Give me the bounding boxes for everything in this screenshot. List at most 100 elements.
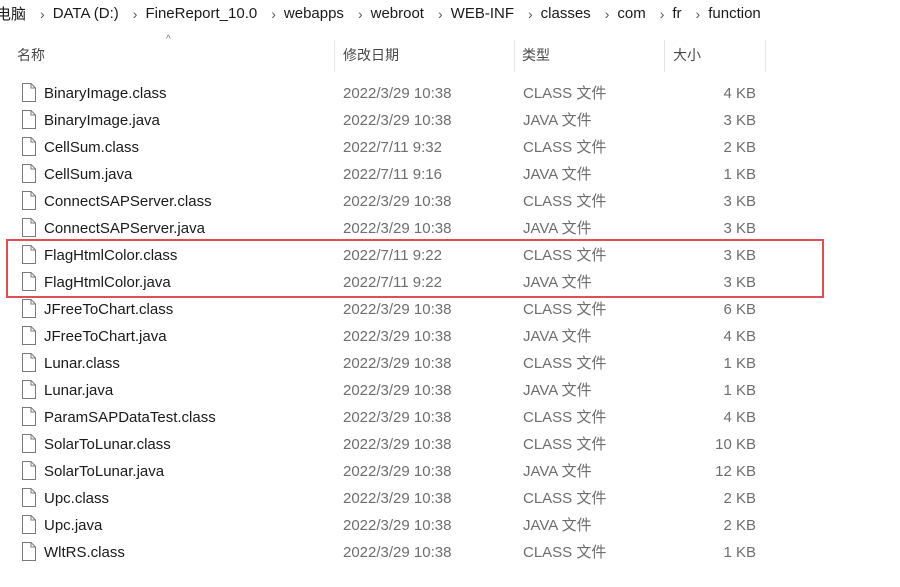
file-row[interactable]: Lunar.java 2022/3/29 10:38 JAVA 文件 1 KB bbox=[0, 377, 900, 404]
file-icon bbox=[22, 407, 36, 426]
file-name: Lunar.java bbox=[44, 382, 114, 399]
file-row[interactable]: CellSum.class 2022/7/11 9:32 CLASS 文件 2 KB bbox=[0, 134, 900, 161]
file-name: BinaryImage.class bbox=[44, 85, 167, 102]
file-date: 2022/3/29 10:38 bbox=[343, 490, 452, 507]
column-header: ^ 名称 修改日期 类型 大小 bbox=[0, 34, 900, 72]
file-name: JFreeToChart.java bbox=[44, 328, 167, 345]
file-type: JAVA 文件 bbox=[523, 463, 592, 480]
file-row[interactable]: BinaryImage.java 2022/3/29 10:38 JAVA 文件 3 … bbox=[0, 107, 900, 134]
file-icon bbox=[22, 137, 36, 156]
file-icon bbox=[22, 164, 36, 183]
file-type: JAVA 文件 bbox=[523, 220, 592, 237]
file-type: CLASS 文件 bbox=[523, 355, 607, 372]
file-type: JAVA 文件 bbox=[523, 517, 592, 534]
breadcrumb: 电脑 › DATA (D:) › FineReport_10.0 › webap… bbox=[0, 0, 900, 27]
file-size: 2 KB bbox=[723, 517, 756, 534]
file-name: JFreeToChart.class bbox=[44, 301, 174, 318]
file-size: 3 KB bbox=[723, 112, 756, 129]
column-header-size[interactable]: 大小 bbox=[673, 36, 701, 72]
file-size: 6 KB bbox=[723, 301, 756, 318]
breadcrumb-item[interactable]: DATA (D:) bbox=[51, 5, 121, 22]
file-row[interactable]: CellSum.java 2022/7/11 9:16 JAVA 文件 1 KB bbox=[0, 161, 900, 188]
breadcrumb-item[interactable]: FineReport_10.0 bbox=[143, 5, 259, 22]
file-icon bbox=[22, 353, 36, 372]
file-row[interactable]: ParamSAPDataTest.class 2022/3/29 10:38 CLA… bbox=[0, 404, 900, 431]
file-name: CellSum.java bbox=[44, 166, 133, 183]
column-header-date[interactable]: 修改日期 bbox=[343, 36, 399, 72]
column-header-name[interactable]: 名称 bbox=[17, 36, 45, 72]
file-type: CLASS 文件 bbox=[523, 193, 607, 210]
file-name: Lunar.class bbox=[44, 355, 120, 372]
file-size: 4 KB bbox=[723, 328, 756, 345]
file-row[interactable]: WltRS.class 2022/3/29 10:38 CLASS 文件 1 KB bbox=[0, 539, 900, 566]
highlight-box bbox=[6, 239, 824, 298]
file-date: 2022/3/29 10:38 bbox=[343, 463, 452, 480]
file-row[interactable]: JFreeToChart.class 2022/3/29 10:38 CLASS 文… bbox=[0, 296, 900, 323]
file-list: BinaryImage.class 2022/3/29 10:38 CLASS 文件… bbox=[0, 80, 900, 566]
breadcrumb-item[interactable]: classes bbox=[539, 5, 593, 22]
file-type: CLASS 文件 bbox=[523, 409, 607, 426]
file-row[interactable]: ConnectSAPServer.class 2022/3/29 10:38 CLA… bbox=[0, 188, 900, 215]
file-icon bbox=[22, 488, 36, 507]
file-name: ParamSAPDataTest.class bbox=[44, 409, 216, 426]
breadcrumb-item[interactable]: webroot bbox=[369, 5, 426, 22]
file-type: JAVA 文件 bbox=[523, 382, 592, 399]
file-size: 10 KB bbox=[715, 436, 756, 453]
file-size: 12 KB bbox=[715, 463, 756, 480]
file-date: 2022/3/29 10:38 bbox=[343, 328, 452, 345]
file-date: 2022/3/29 10:38 bbox=[343, 355, 452, 372]
file-date: 2022/3/29 10:38 bbox=[343, 436, 452, 453]
file-size: 1 KB bbox=[723, 382, 756, 399]
file-date: 2022/7/11 9:32 bbox=[343, 139, 442, 156]
file-icon bbox=[22, 326, 36, 345]
file-row[interactable]: BinaryImage.class 2022/3/29 10:38 CLASS 文件… bbox=[0, 80, 900, 107]
file-name: Upc.class bbox=[44, 490, 110, 507]
file-row[interactable]: Upc.java 2022/3/29 10:38 JAVA 文件 2 KB bbox=[0, 512, 900, 539]
column-divider[interactable] bbox=[664, 40, 665, 72]
file-name: BinaryImage.java bbox=[44, 112, 160, 129]
file-icon bbox=[22, 515, 36, 534]
file-icon bbox=[22, 110, 36, 129]
file-type: CLASS 文件 bbox=[523, 490, 607, 507]
file-size: 2 KB bbox=[723, 490, 756, 507]
file-name: CellSum.class bbox=[44, 139, 140, 156]
column-divider[interactable] bbox=[514, 40, 515, 72]
column-divider[interactable] bbox=[334, 40, 335, 72]
file-date: 2022/3/29 10:38 bbox=[343, 85, 452, 102]
file-name: ConnectSAPServer.java bbox=[44, 220, 205, 237]
breadcrumb-item[interactable]: 电脑 bbox=[0, 3, 28, 24]
file-icon bbox=[22, 542, 36, 561]
file-row[interactable]: Lunar.class 2022/3/29 10:38 CLASS 文件 1 KB bbox=[0, 350, 900, 377]
file-date: 2022/7/11 9:16 bbox=[343, 166, 442, 183]
file-name: Upc.java bbox=[44, 517, 103, 534]
file-row[interactable]: ConnectSAPServer.java 2022/3/29 10:38 JAVA… bbox=[0, 215, 900, 242]
file-row[interactable]: JFreeToChart.java 2022/3/29 10:38 JAVA 文件 4… bbox=[0, 323, 900, 350]
file-type: CLASS 文件 bbox=[523, 436, 607, 453]
file-type: JAVA 文件 bbox=[523, 112, 592, 129]
column-header-type[interactable]: 类型 bbox=[522, 36, 550, 72]
breadcrumb-item[interactable]: com bbox=[615, 5, 647, 22]
file-icon bbox=[22, 83, 36, 102]
breadcrumb-item[interactable]: WEB-INF bbox=[449, 5, 516, 22]
file-icon bbox=[22, 218, 36, 237]
breadcrumb-item[interactable]: webapps bbox=[282, 5, 346, 22]
file-date: 2022/3/29 10:38 bbox=[343, 112, 452, 129]
file-row[interactable]: SolarToLunar.java 2022/3/29 10:38 JAVA 文件 1… bbox=[0, 458, 900, 485]
file-icon bbox=[22, 299, 36, 318]
file-date: 2022/3/29 10:38 bbox=[343, 409, 452, 426]
column-divider[interactable] bbox=[765, 40, 766, 72]
file-size: 4 KB bbox=[723, 85, 756, 102]
file-date: 2022/3/29 10:38 bbox=[343, 301, 452, 318]
file-row[interactable]: Upc.class 2022/3/29 10:38 CLASS 文件 2 KB bbox=[0, 485, 900, 512]
file-name: SolarToLunar.java bbox=[44, 463, 165, 480]
breadcrumb-item[interactable]: function bbox=[706, 5, 763, 22]
file-size: 2 KB bbox=[723, 139, 756, 156]
file-row[interactable]: SolarToLunar.class 2022/3/29 10:38 CLASS 文… bbox=[0, 431, 900, 458]
file-type: JAVA 文件 bbox=[523, 328, 592, 345]
file-type: JAVA 文件 bbox=[523, 166, 592, 183]
file-icon bbox=[22, 434, 36, 453]
file-type: CLASS 文件 bbox=[523, 301, 607, 318]
breadcrumb-item[interactable]: fr bbox=[670, 5, 683, 22]
file-date: 2022/3/29 10:38 bbox=[343, 382, 452, 399]
file-size: 3 KB bbox=[723, 193, 756, 210]
